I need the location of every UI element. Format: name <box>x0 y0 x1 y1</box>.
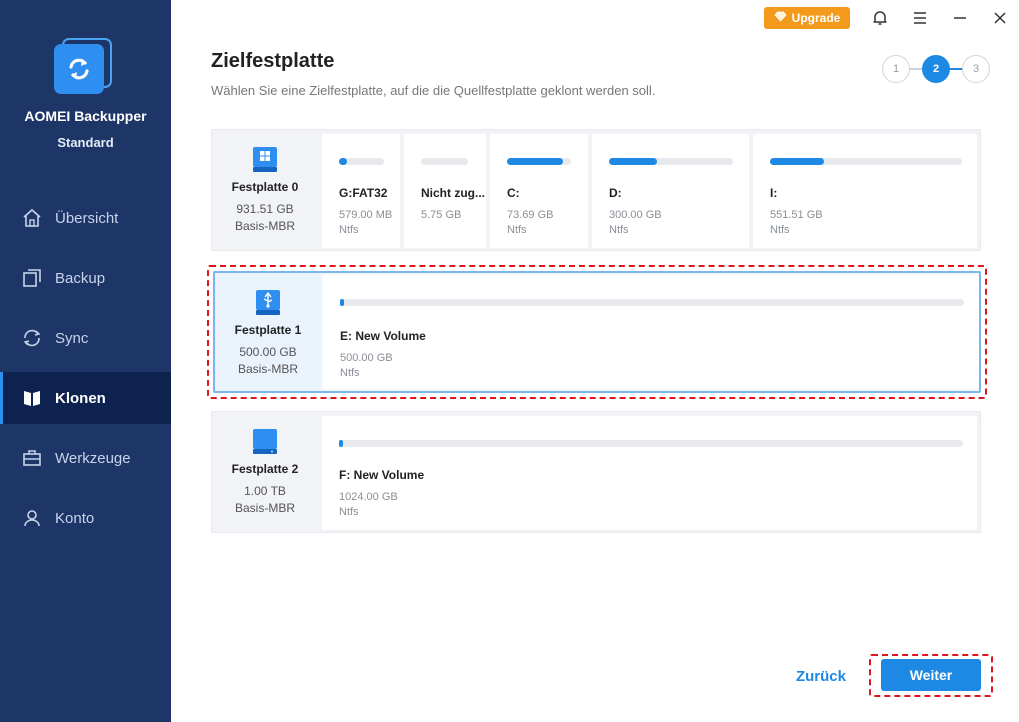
partition-fs: Ntfs <box>609 224 629 236</box>
hard-disk-icon <box>253 429 277 454</box>
usage-fill <box>507 158 564 165</box>
disk-size: 500.00 GB <box>239 345 297 359</box>
step-1: 1 <box>882 55 910 83</box>
sidebar-item-backup[interactable]: Backup <box>0 252 171 304</box>
sidebar-item-uebersicht[interactable]: Übersicht <box>0 192 171 244</box>
disk-row-festplatte-1[interactable]: Festplatte 1 500.00 GB Basis-MBR E: New … <box>213 271 981 393</box>
upgrade-button[interactable]: Upgrade <box>764 7 850 29</box>
upgrade-label: Upgrade <box>791 11 841 25</box>
partition-e[interactable]: E: New Volume 500.00 GB Ntfs <box>323 275 979 389</box>
usage-fill <box>770 158 824 165</box>
disk-name: Festplatte 1 <box>234 323 302 337</box>
sidebar-item-werkzeuge[interactable]: Werkzeuge <box>0 432 171 484</box>
system-disk-icon <box>253 147 277 172</box>
disk-row-festplatte-0[interactable]: Festplatte 0 931.51 GB Basis-MBR G:FAT32… <box>211 129 981 251</box>
partition-name: I: <box>770 186 778 200</box>
partition-fs: Ntfs <box>340 367 360 379</box>
disk-type: Basis-MBR <box>234 219 295 233</box>
app-edition: Standard <box>57 135 114 150</box>
sidebar-item-label: Backup <box>55 269 106 287</box>
disk-type: Basis-MBR <box>234 501 295 515</box>
disk-name: Festplatte 0 <box>231 180 299 194</box>
sidebar: AOMEI Backupper Standard Übersicht Backu… <box>0 0 171 722</box>
sidebar-item-konto[interactable]: Konto <box>0 492 171 544</box>
close-icon[interactable] <box>988 6 1012 30</box>
disk-type: Basis-MBR <box>237 362 298 376</box>
toolbox-icon <box>21 447 43 469</box>
disk-info: Festplatte 0 931.51 GB Basis-MBR <box>212 130 318 250</box>
back-button[interactable]: Zurück <box>791 664 851 688</box>
disk-size: 931.51 GB <box>236 202 294 216</box>
minimize-icon[interactable] <box>948 6 972 30</box>
step-2: 2 <box>922 55 950 83</box>
app-name: AOMEI Backupper <box>24 108 147 124</box>
sidebar-item-label: Werkzeuge <box>55 449 131 467</box>
partition-fs: Ntfs <box>339 224 359 236</box>
partition-name: G:FAT32 <box>339 186 388 200</box>
user-icon <box>21 507 43 529</box>
page-title: Zielfestplatte <box>211 50 335 72</box>
partition-size: 579.00 MB <box>339 209 393 221</box>
partition-g[interactable]: G:FAT32 579.00 MB Ntfs <box>322 134 400 248</box>
partition-fs: Ntfs <box>339 506 359 518</box>
partition-name: C: <box>507 186 520 200</box>
home-icon <box>21 207 43 229</box>
sidebar-item-label: Konto <box>55 509 95 527</box>
sidebar-item-label: Übersicht <box>55 209 119 227</box>
bell-icon[interactable] <box>868 6 892 30</box>
backup-icon <box>21 267 43 289</box>
menu-icon[interactable] <box>908 6 932 30</box>
usage-fill <box>609 158 658 165</box>
partition-unallocated[interactable]: Nicht zug... 5.75 GB <box>404 134 486 248</box>
disk-row-festplatte-2[interactable]: Festplatte 2 1.00 TB Basis-MBR F: New Vo… <box>211 411 981 533</box>
disk-info: Festplatte 1 500.00 GB Basis-MBR <box>215 273 321 391</box>
disk-size: 1.00 TB <box>244 484 286 498</box>
next-button[interactable]: Weiter <box>881 659 981 691</box>
partition-size: 551.51 GB <box>770 209 823 221</box>
step-3: 3 <box>962 55 990 83</box>
partition-fs: Ntfs <box>770 224 790 236</box>
partition-size: 500.00 GB <box>340 352 393 364</box>
disk-info: Festplatte 2 1.00 TB Basis-MBR <box>212 412 318 532</box>
usage-fill <box>340 299 344 306</box>
partition-size: 300.00 GB <box>609 209 662 221</box>
sidebar-item-label: Sync <box>55 329 89 347</box>
app-logo-icon <box>54 38 114 94</box>
partition-fs: Ntfs <box>507 224 527 236</box>
partition-name: Nicht zug... <box>421 186 485 200</box>
sidebar-item-sync[interactable]: Sync <box>0 312 171 364</box>
partition-i[interactable]: I: 551.51 GB Ntfs <box>753 134 977 248</box>
usb-disk-icon <box>256 290 280 315</box>
partition-name: D: <box>609 186 622 200</box>
sidebar-item-label: Klonen <box>55 389 106 407</box>
page-subtitle: Wählen Sie eine Zielfestplatte, auf die … <box>211 83 656 98</box>
sync-icon <box>21 327 43 349</box>
partition-c[interactable]: C: 73.69 GB Ntfs <box>490 134 588 248</box>
usage-fill <box>339 158 348 165</box>
partition-size: 73.69 GB <box>507 209 554 221</box>
partition-f[interactable]: F: New Volume 1024.00 GB Ntfs <box>322 416 977 530</box>
disk-name: Festplatte 2 <box>231 462 299 476</box>
clone-icon <box>21 387 43 409</box>
partition-name: F: New Volume <box>339 468 425 482</box>
partition-size: 5.75 GB <box>421 209 462 221</box>
partition-size: 1024.00 GB <box>339 491 398 503</box>
usage-fill <box>339 440 343 447</box>
partition-name: E: New Volume <box>340 329 426 343</box>
sidebar-item-klonen[interactable]: Klonen <box>0 372 171 424</box>
partition-d[interactable]: D: 300.00 GB Ntfs <box>592 134 749 248</box>
diamond-icon <box>774 11 787 25</box>
